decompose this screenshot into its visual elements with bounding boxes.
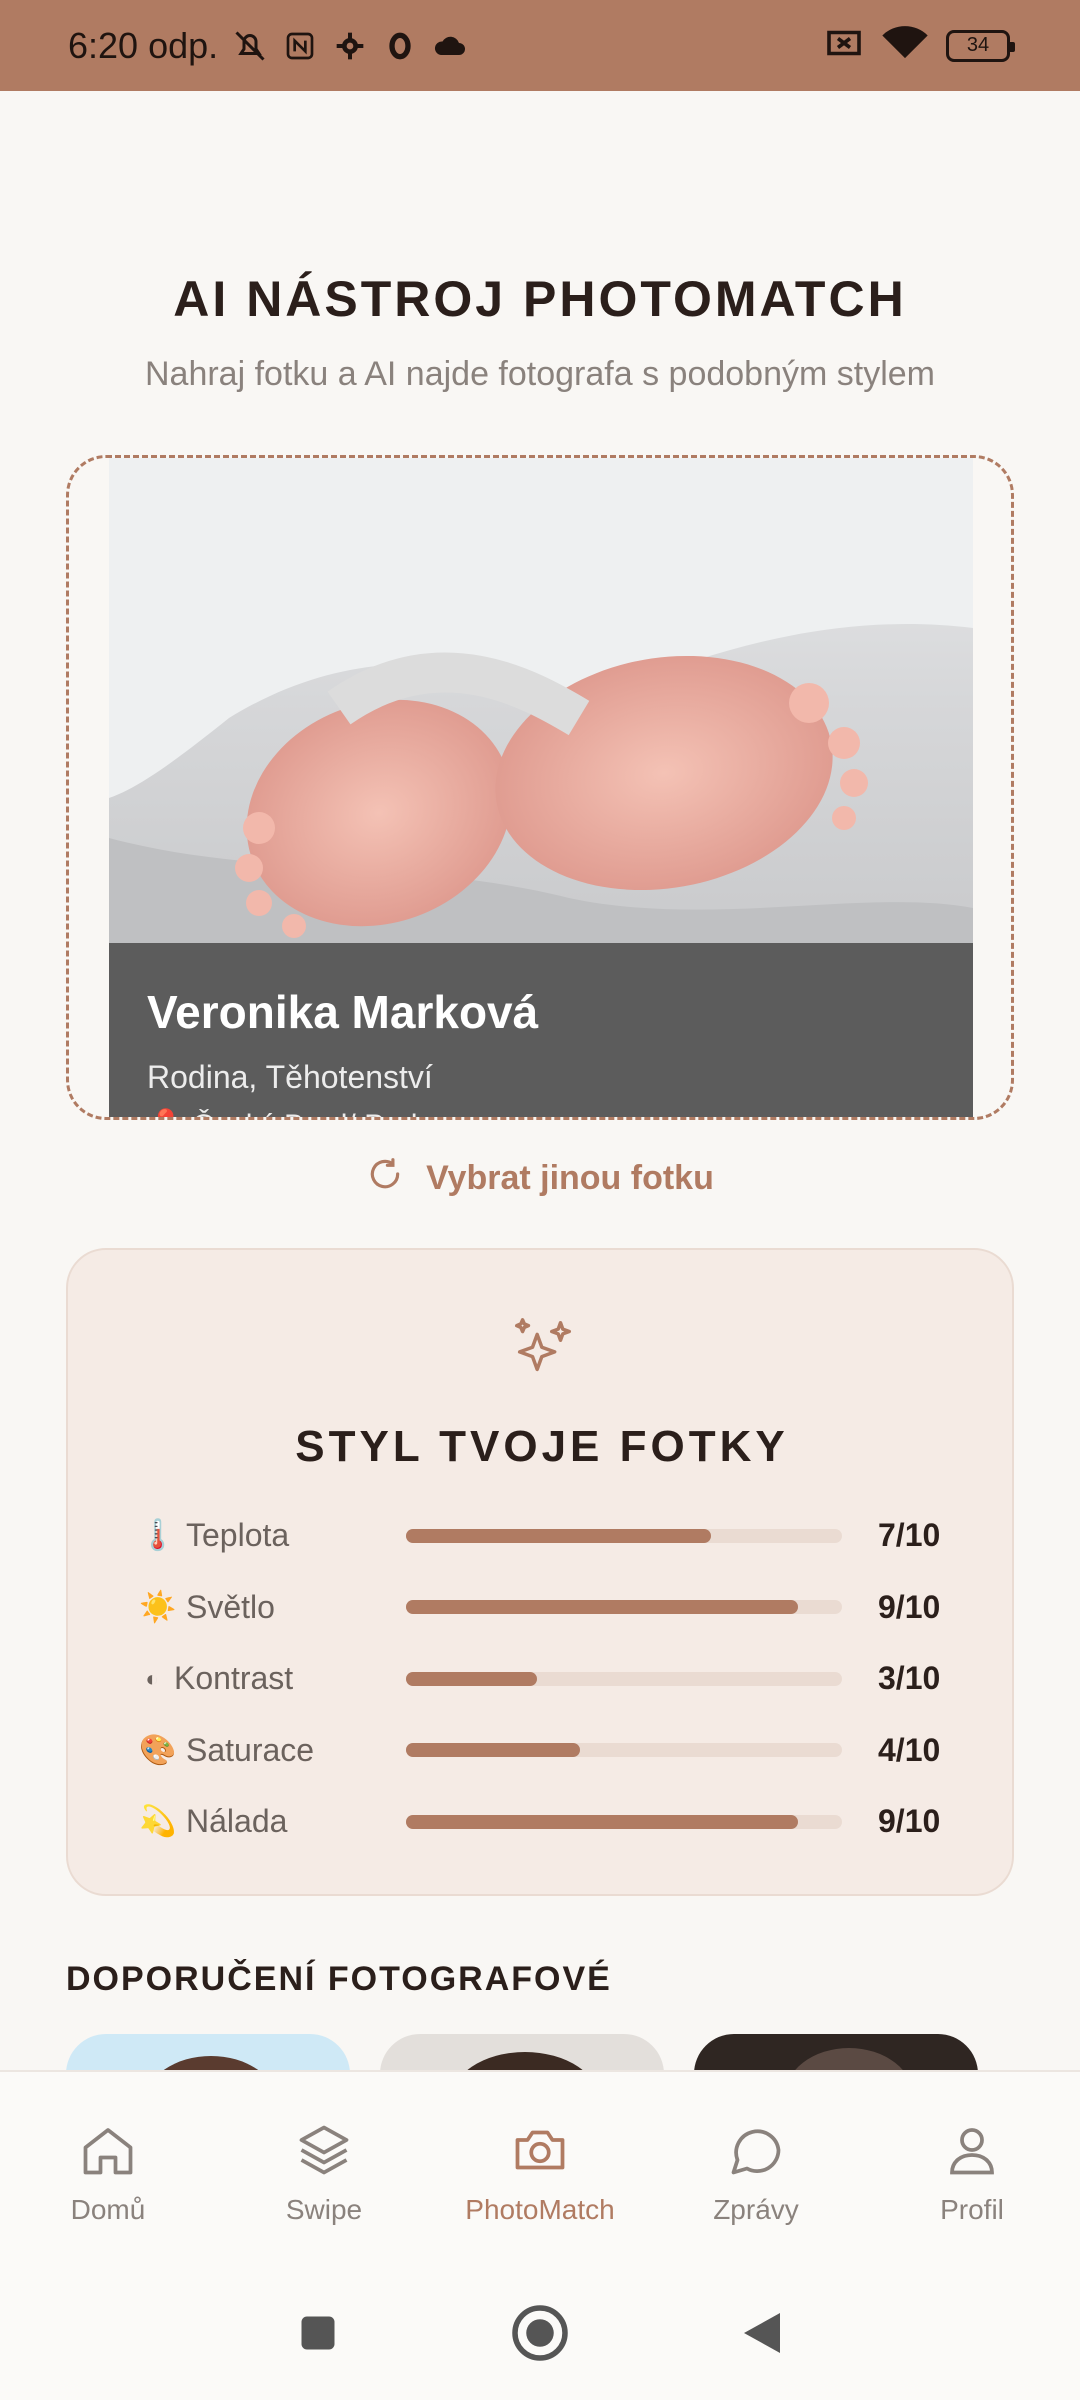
photographer-thumb[interactable] (66, 2034, 350, 2072)
metric-value: 4/10 (878, 1731, 941, 1768)
nav-home[interactable]: Domů (0, 2072, 216, 2270)
sun-icon: ☀️ (139, 1590, 177, 1624)
style-metrics: 🌡️ Teplota 7/10 ☀️ Světlo 9/10 ◐ Kontras… (138, 1500, 958, 1858)
photo-card-overlay: Veronika Marková Rodina, Těhotenství 📍 Č… (109, 943, 973, 1118)
style-title: STYL TVOJE FOTKY (295, 1422, 789, 1471)
nav-profile[interactable]: Profil (864, 2072, 1080, 2270)
settings-icon (332, 28, 368, 64)
opera-icon (382, 28, 418, 64)
photo-upload-area[interactable]: Veronika Marková Rodina, Těhotenství 📍 Č… (66, 455, 1014, 1120)
refresh-icon (366, 1155, 404, 1202)
metric-row: ◐ Kontrast 3/10 (138, 1643, 958, 1715)
metric-value: 9/10 (878, 1803, 941, 1840)
dizzy-icon: 💫 (139, 1805, 177, 1839)
home-button[interactable] (510, 2303, 570, 2368)
metric-row: ☀️ Světlo 9/10 (138, 1572, 958, 1644)
metric-row: 💫 Nálada 9/10 (138, 1786, 958, 1858)
page-subtitle: Nahraj fotku a AI najde fotografa s podo… (144, 355, 935, 393)
no-sim-icon (824, 28, 864, 63)
nav-label: Zprávy (713, 2194, 799, 2225)
status-time: 6:20 odp. (68, 24, 219, 66)
pin-icon: 📍 (147, 1108, 184, 1117)
metric-row: 🌡️ Teplota 7/10 (138, 1500, 958, 1572)
battery-level: 34 (966, 34, 990, 56)
metric-value: 9/10 (878, 1588, 941, 1625)
metric-label: Saturace (186, 1731, 315, 1768)
metric-label: Světlo (186, 1588, 275, 1625)
user-icon (950, 2128, 994, 2175)
camera-icon (515, 2130, 565, 2170)
system-navigation (0, 2270, 1080, 2400)
change-photo-label: Vybrat jinou fotku (426, 1159, 714, 1197)
nav-label: Profil (940, 2194, 1004, 2225)
recents-button[interactable] (296, 2311, 340, 2360)
metric-bar (406, 1671, 842, 1686)
metric-bar (406, 1743, 842, 1758)
nav-label: Domů (70, 2194, 146, 2225)
nav-label: Swipe (285, 2194, 363, 2225)
nav-messages[interactable]: Zprávy (648, 2072, 864, 2270)
metric-bar (406, 1600, 842, 1615)
layers-icon (299, 2125, 349, 2175)
metric-value: 3/10 (878, 1660, 941, 1697)
nfc-icon (282, 28, 318, 64)
mute-icon (232, 28, 268, 64)
change-photo-button[interactable]: Vybrat jinou fotku (0, 1155, 1080, 1202)
battery-icon: 34 (946, 29, 1015, 62)
sparkle-icon (508, 1314, 578, 1389)
metric-label: Kontrast (174, 1660, 294, 1697)
metric-bar (406, 1528, 842, 1543)
uploaded-photo-card[interactable]: Veronika Marková Rodina, Těhotenství 📍 Č… (109, 458, 973, 1118)
metric-row: 🎨 Saturace 4/10 (138, 1715, 958, 1787)
chat-icon (731, 2129, 781, 2175)
nav-swipe[interactable]: Swipe (216, 2072, 432, 2270)
uploaded-photo (109, 458, 973, 943)
photographer-thumb[interactable] (694, 2034, 978, 2072)
metric-label: Nálada (186, 1803, 288, 1840)
home-icon (83, 2128, 133, 2175)
photographer-name: Veronika Marková (147, 986, 539, 1038)
palette-icon: 🎨 (139, 1733, 177, 1767)
metric-label: Teplota (186, 1517, 290, 1554)
photo-style-card: STYL TVOJE FOTKY 🌡️ Teplota 7/10 ☀️ Svět… (66, 1248, 1014, 1896)
nav-photomatch[interactable]: PhotoMatch (432, 2072, 648, 2270)
photographer-categories: Rodina, Těhotenství (147, 1059, 433, 1095)
nav-label: PhotoMatch (465, 2194, 615, 2225)
bottom-navigation: Domů Swipe PhotoMatch Zprávy Profil (0, 2070, 1080, 2270)
metric-value: 7/10 (878, 1517, 941, 1554)
cloud-icon (432, 28, 468, 64)
page-title: AI NÁSTROJ PHOTOMATCH (173, 271, 907, 327)
thermometer-icon: 🌡️ (139, 1519, 177, 1553)
back-button[interactable] (740, 2309, 784, 2362)
status-bar: 6:20 odp. 34 (0, 0, 1080, 91)
recommended-title: DOPORUČENÍ FOTOGRAFOVÉ (66, 1960, 612, 1998)
photographer-location: Český Brod/ Praha (192, 1109, 444, 1118)
metric-bar (406, 1814, 842, 1829)
wifi-icon (882, 26, 928, 65)
contrast-icon: ◐ (145, 1665, 159, 1691)
recommended-photographers (66, 2034, 1014, 2072)
photographer-thumb[interactable] (380, 2034, 664, 2072)
